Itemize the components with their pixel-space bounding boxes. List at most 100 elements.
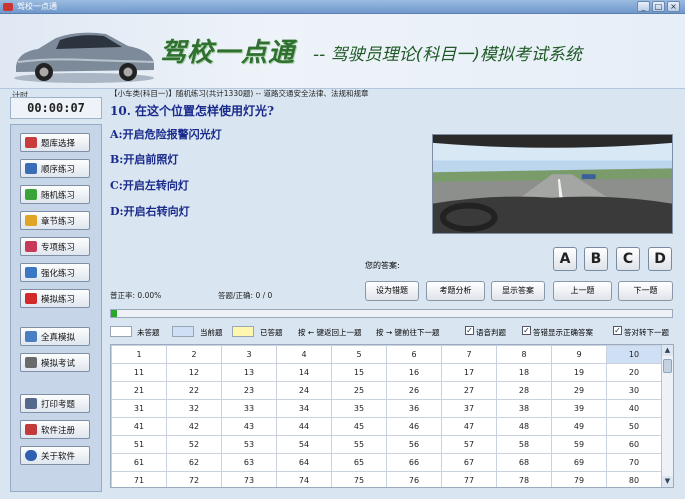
question-cell[interactable]: 55 — [331, 435, 387, 454]
question-cell[interactable]: 44 — [276, 417, 332, 436]
question-cell[interactable]: 53 — [221, 435, 277, 454]
question-cell[interactable]: 79 — [551, 471, 607, 487]
question-cell[interactable]: 16 — [386, 363, 442, 382]
question-cell[interactable]: 65 — [331, 453, 387, 472]
question-cell[interactable]: 2 — [166, 345, 222, 364]
sidebar-item-mock-practice[interactable]: 模拟练习 — [20, 289, 90, 308]
question-cell[interactable]: 6 — [386, 345, 442, 364]
question-cell[interactable]: 34 — [276, 399, 332, 418]
question-cell[interactable]: 39 — [551, 399, 607, 418]
question-cell[interactable]: 47 — [441, 417, 497, 436]
question-cell[interactable]: 9 — [551, 345, 607, 364]
scroll-up-icon[interactable]: ▲ — [662, 345, 673, 356]
answer-b-button[interactable]: B — [584, 247, 608, 271]
question-cell[interactable]: 62 — [166, 453, 222, 472]
question-cell[interactable]: 69 — [551, 453, 607, 472]
question-cell[interactable]: 45 — [331, 417, 387, 436]
answer-d-button[interactable]: D — [648, 247, 672, 271]
question-cell[interactable]: 63 — [221, 453, 277, 472]
option-d[interactable]: D:开启右转向灯 — [110, 203, 190, 219]
question-cell[interactable]: 18 — [496, 363, 552, 382]
auto-next-checkbox[interactable]: ✓ — [613, 326, 622, 335]
question-cell[interactable]: 29 — [551, 381, 607, 400]
question-cell[interactable]: 33 — [221, 399, 277, 418]
voice-checkbox[interactable]: ✓ — [465, 326, 474, 335]
question-cell[interactable]: 56 — [386, 435, 442, 454]
question-cell[interactable]: 10 — [606, 345, 662, 364]
question-cell[interactable]: 52 — [166, 435, 222, 454]
question-cell[interactable]: 76 — [386, 471, 442, 487]
sidebar-item-random-practice[interactable]: 随机练习 — [20, 185, 90, 204]
question-cell[interactable]: 30 — [606, 381, 662, 400]
question-cell[interactable]: 43 — [221, 417, 277, 436]
sidebar-item-full-simulation[interactable]: 全真模拟 — [20, 327, 90, 346]
question-cell[interactable]: 49 — [551, 417, 607, 436]
question-cell[interactable]: 11 — [111, 363, 167, 382]
close-button[interactable]: × — [667, 1, 680, 12]
answer-c-button[interactable]: C — [616, 247, 640, 271]
next-question-button[interactable]: 下一题 — [618, 281, 673, 301]
question-cell[interactable]: 48 — [496, 417, 552, 436]
grid-scrollbar[interactable]: ▲ ▼ — [661, 345, 673, 487]
question-cell[interactable]: 3 — [221, 345, 277, 364]
question-cell[interactable]: 1 — [111, 345, 167, 364]
option-c[interactable]: C:开启左转向灯 — [110, 177, 189, 193]
question-cell[interactable]: 60 — [606, 435, 662, 454]
mark-wrong-button[interactable]: 设为错题 — [365, 281, 419, 301]
question-cell[interactable]: 35 — [331, 399, 387, 418]
sidebar-item-mock-exam[interactable]: 模拟考试 — [20, 353, 90, 372]
question-cell[interactable]: 24 — [276, 381, 332, 400]
question-cell[interactable]: 66 — [386, 453, 442, 472]
maximize-button[interactable]: □ — [652, 1, 665, 12]
question-cell[interactable]: 38 — [496, 399, 552, 418]
question-cell[interactable]: 4 — [276, 345, 332, 364]
question-cell[interactable]: 77 — [441, 471, 497, 487]
question-cell[interactable]: 5 — [331, 345, 387, 364]
option-a[interactable]: A:开启危险报警闪光灯 — [110, 126, 222, 142]
question-cell[interactable]: 64 — [276, 453, 332, 472]
question-cell[interactable]: 72 — [166, 471, 222, 487]
question-cell[interactable]: 54 — [276, 435, 332, 454]
question-cell[interactable]: 28 — [496, 381, 552, 400]
question-cell[interactable]: 7 — [441, 345, 497, 364]
question-cell[interactable]: 67 — [441, 453, 497, 472]
question-cell[interactable]: 14 — [276, 363, 332, 382]
sidebar-item-intensive-practice[interactable]: 强化练习 — [20, 263, 90, 282]
question-cell[interactable]: 59 — [551, 435, 607, 454]
sidebar-item-register[interactable]: 软件注册 — [20, 420, 90, 439]
question-cell[interactable]: 15 — [331, 363, 387, 382]
question-cell[interactable]: 50 — [606, 417, 662, 436]
minimize-button[interactable]: _ — [637, 1, 650, 12]
question-cell[interactable]: 71 — [111, 471, 167, 487]
question-cell[interactable]: 37 — [441, 399, 497, 418]
show-answer-button[interactable]: 显示答案 — [491, 281, 545, 301]
question-cell[interactable]: 51 — [111, 435, 167, 454]
question-cell[interactable]: 40 — [606, 399, 662, 418]
prev-question-button[interactable]: 上一题 — [553, 281, 612, 301]
question-cell[interactable]: 21 — [111, 381, 167, 400]
sidebar-item-print-questions[interactable]: 打印考题 — [20, 394, 90, 413]
scroll-down-icon[interactable]: ▼ — [662, 476, 673, 487]
question-cell[interactable]: 80 — [606, 471, 662, 487]
sidebar-item-question-bank[interactable]: 题库选择 — [20, 133, 90, 152]
question-cell[interactable]: 68 — [496, 453, 552, 472]
question-cell[interactable]: 25 — [331, 381, 387, 400]
question-cell[interactable]: 19 — [551, 363, 607, 382]
question-cell[interactable]: 46 — [386, 417, 442, 436]
question-cell[interactable]: 78 — [496, 471, 552, 487]
question-cell[interactable]: 70 — [606, 453, 662, 472]
question-cell[interactable]: 31 — [111, 399, 167, 418]
question-cell[interactable]: 17 — [441, 363, 497, 382]
question-cell[interactable]: 61 — [111, 453, 167, 472]
option-b[interactable]: B:开启前照灯 — [110, 151, 178, 167]
question-cell[interactable]: 75 — [331, 471, 387, 487]
sidebar-item-chapter-practice[interactable]: 章节练习 — [20, 211, 90, 230]
question-cell[interactable]: 41 — [111, 417, 167, 436]
question-cell[interactable]: 36 — [386, 399, 442, 418]
question-cell[interactable]: 20 — [606, 363, 662, 382]
question-cell[interactable]: 73 — [221, 471, 277, 487]
scroll-thumb[interactable] — [663, 359, 672, 373]
answer-a-button[interactable]: A — [553, 247, 577, 271]
question-cell[interactable]: 8 — [496, 345, 552, 364]
question-cell[interactable]: 13 — [221, 363, 277, 382]
